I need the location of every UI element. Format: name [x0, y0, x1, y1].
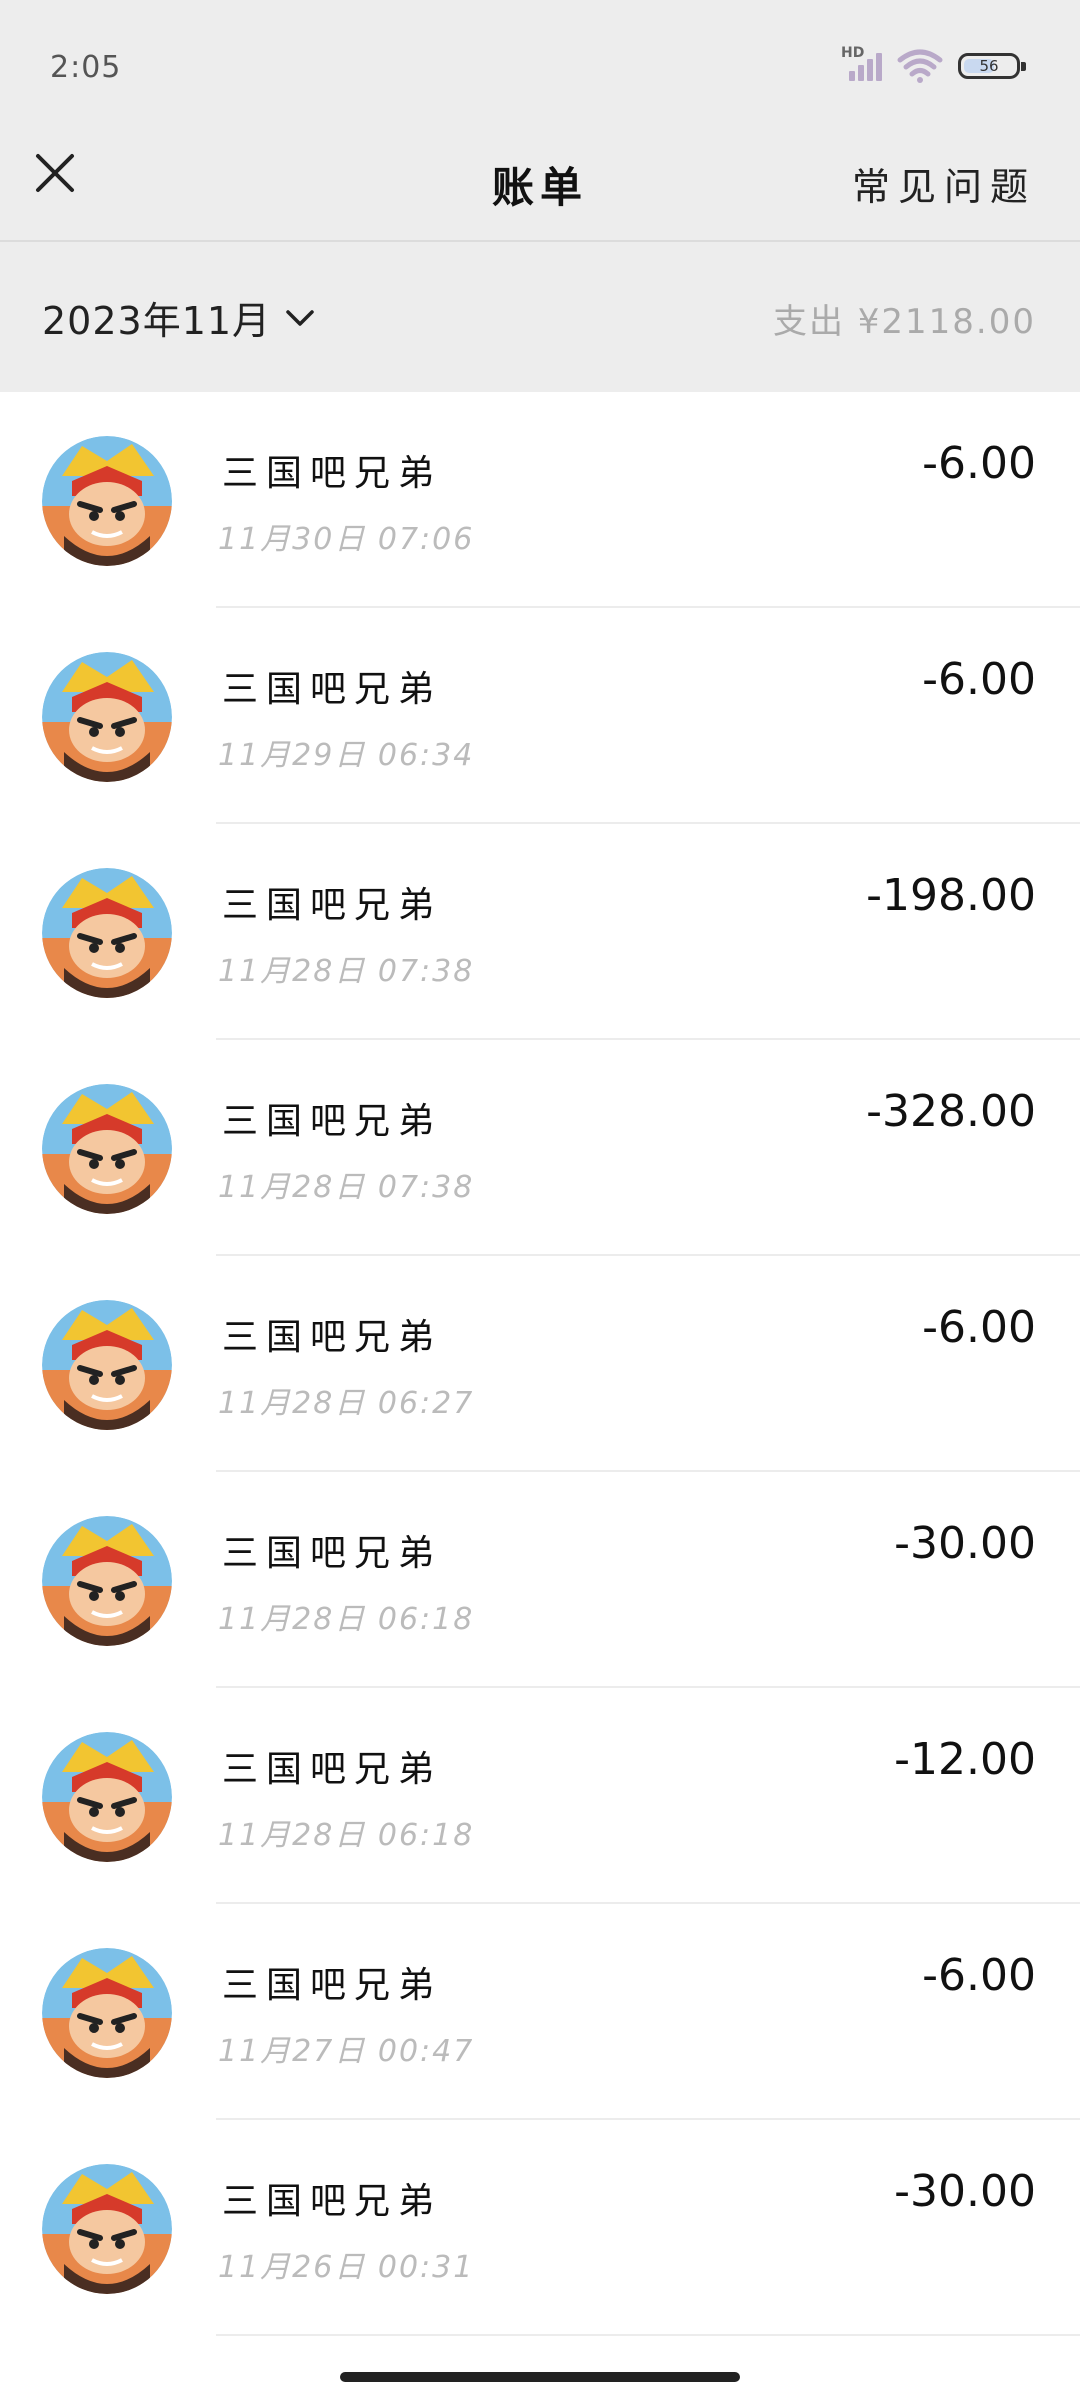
merchant-name: 三国吧兄弟 — [222, 453, 443, 494]
transaction-amount: -6.00 — [922, 1302, 1036, 1353]
transaction-amount: -6.00 — [922, 438, 1036, 489]
transaction-amount: -6.00 — [922, 1950, 1036, 2001]
merchant-avatar — [42, 1516, 172, 1646]
transaction-amount: -12.00 — [894, 1734, 1036, 1785]
merchant-avatar — [42, 1732, 172, 1862]
merchant-avatar — [42, 2164, 172, 2294]
status-bar: 2:05 HD 56 — [0, 0, 1080, 138]
network-label: HD — [841, 45, 865, 61]
transaction-row[interactable]: 三国吧兄弟 11月28日 07:38 -328.00 — [0, 1040, 1080, 1256]
merchant-avatar — [42, 436, 172, 566]
merchant-avatar — [42, 1084, 172, 1214]
transaction-amount: -328.00 — [866, 1086, 1036, 1137]
merchant-avatar — [42, 652, 172, 782]
battery-icon: 56 — [958, 53, 1026, 79]
transaction-list: 三国吧兄弟 11月30日 07:06 -6.00 三国吧兄弟 11月29日 06… — [0, 392, 1080, 2336]
merchant-name: 三国吧兄弟 — [222, 2181, 443, 2222]
transaction-time: 11月27日 00:47 — [218, 2034, 475, 2069]
status-icons: HD 56 — [841, 45, 1026, 84]
transaction-amount: -198.00 — [866, 870, 1036, 921]
status-time: 2:05 — [50, 50, 122, 85]
transaction-time: 11月28日 07:38 — [218, 954, 475, 989]
merchant-name: 三国吧兄弟 — [222, 1533, 443, 1574]
transaction-time: 11月26日 00:31 — [218, 2250, 475, 2285]
transaction-row[interactable]: 三国吧兄弟 11月28日 06:18 -12.00 — [0, 1688, 1080, 1904]
merchant-avatar — [42, 868, 172, 998]
month-summary-bar: 2023年11月 支出 ¥2118.00 — [0, 242, 1080, 392]
nav-bar: 账单 常见问题 — [0, 138, 1080, 240]
wifi-icon — [897, 49, 943, 83]
transaction-row[interactable]: 三国吧兄弟 11月28日 07:38 -198.00 — [0, 824, 1080, 1040]
home-indicator[interactable] — [340, 2372, 740, 2382]
chevron-down-icon — [286, 309, 314, 326]
transaction-row[interactable]: 三国吧兄弟 11月28日 06:18 -30.00 — [0, 1472, 1080, 1688]
merchant-avatar — [42, 1948, 172, 2078]
header-area: 2:05 HD 56 账单 常见问题 2023年11月 支出 ¥2118.00 — [0, 0, 1080, 392]
battery-level: 56 — [979, 57, 999, 75]
merchant-name: 三国吧兄弟 — [222, 1749, 443, 1790]
transaction-amount: -30.00 — [894, 2166, 1036, 2217]
merchant-name: 三国吧兄弟 — [222, 669, 443, 710]
transaction-time: 11月28日 07:38 — [218, 1170, 475, 1205]
transaction-amount: -6.00 — [922, 654, 1036, 705]
transaction-time: 11月28日 06:18 — [218, 1818, 475, 1853]
transaction-amount: -30.00 — [894, 1518, 1036, 1569]
merchant-name: 三国吧兄弟 — [222, 1965, 443, 2006]
month-selector[interactable]: 2023年11月 — [42, 290, 315, 345]
merchant-name: 三国吧兄弟 — [222, 1101, 443, 1142]
merchant-name: 三国吧兄弟 — [222, 1317, 443, 1358]
transaction-time: 11月28日 06:27 — [218, 1386, 475, 1421]
transaction-time: 11月29日 06:34 — [218, 738, 475, 773]
transaction-time: 11月30日 07:06 — [218, 522, 475, 557]
month-label: 2023年11月 — [42, 299, 272, 343]
transaction-time: 11月28日 06:18 — [218, 1602, 475, 1637]
merchant-name: 三国吧兄弟 — [222, 885, 443, 926]
merchant-avatar — [42, 1300, 172, 1430]
signal-icon: HD — [841, 45, 882, 81]
transaction-row[interactable]: 三国吧兄弟 11月27日 00:47 -6.00 — [0, 1904, 1080, 2120]
transaction-row[interactable]: 三国吧兄弟 11月29日 06:34 -6.00 — [0, 608, 1080, 824]
row-divider — [216, 2334, 1080, 2336]
monthly-spend: 支出 ¥2118.00 — [772, 302, 1036, 342]
faq-link[interactable]: 常见问题 — [852, 156, 1036, 211]
transaction-row[interactable]: 三国吧兄弟 11月30日 07:06 -6.00 — [0, 392, 1080, 608]
transaction-row[interactable]: 三国吧兄弟 11月26日 00:31 -30.00 — [0, 2120, 1080, 2336]
transaction-row[interactable]: 三国吧兄弟 11月28日 06:27 -6.00 — [0, 1256, 1080, 1472]
